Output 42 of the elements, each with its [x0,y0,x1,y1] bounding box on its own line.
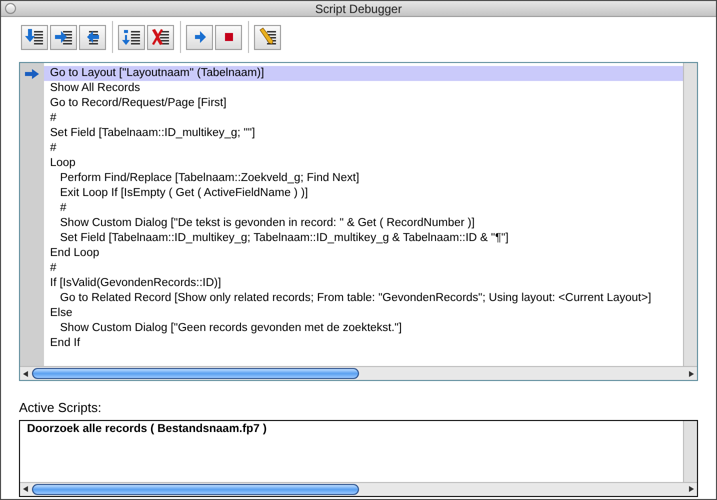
horizontal-scrollbar[interactable] [20,366,697,380]
toolbar-button[interactable] [147,24,174,50]
script-step[interactable]: End If [44,336,683,351]
pencil-icon [258,27,278,47]
set-next-icon [122,27,142,47]
close-icon[interactable] [5,3,16,14]
window-title: Script Debugger [315,1,402,18]
scroll-thumb[interactable] [32,484,358,494]
script-step[interactable]: End Loop [44,246,683,261]
script-step[interactable]: Loop [44,156,683,171]
script-step[interactable]: # [44,141,683,156]
active-script-item[interactable]: Doorzoek alle records ( Bestandsnaam.fp7 ) [20,422,683,436]
script-step[interactable]: Go to Record/Request/Page [First] [44,96,683,111]
script-step[interactable]: Show Custom Dialog ["Geen records gevonden met de zoektekst."] [44,321,683,336]
toolbar-button[interactable] [118,24,145,50]
script-step[interactable]: # [44,111,683,126]
toolbar-button[interactable] [50,24,77,50]
vertical-scrollbar[interactable] [683,420,697,482]
script-step[interactable]: If [IsValid(GevondenRecords::ID)] [44,276,683,291]
script-step[interactable]: Exit Loop If [IsEmpty ( Get ( ActiveFieldName ) )] [44,186,683,201]
stop-icon [224,33,232,41]
script-step[interactable]: Show All Records [44,81,683,96]
toolbar-button[interactable] [21,24,48,50]
step-out-icon [86,30,100,44]
script-step[interactable]: Set Field [Tabelnaam::ID_multikey_g; Tabelnaam::ID_multikey_g & Tabelnaam::ID & "¶"] [44,231,683,246]
toolbar-button[interactable] [79,24,106,50]
toolbar-button[interactable] [215,24,242,50]
clear-icon [150,27,170,47]
step-into-icon [24,27,44,47]
script-step[interactable]: Perform Find/Replace [Tabelnaam::Zoekveld_g; Find Next] [44,171,683,186]
script-step[interactable]: Else [44,306,683,321]
script-step[interactable]: Go to Layout ["Layoutnaam" (Tabelnaam)] [44,66,683,81]
scroll-thumb[interactable] [32,368,358,379]
script-step[interactable]: Show Custom Dialog ["De tekst is gevonden in record: " & Get ( RecordNumber )] [44,216,683,231]
script-step[interactable]: # [44,261,683,276]
vertical-scrollbar[interactable] [683,63,697,366]
active-scripts-label: Active Scripts: [19,399,102,417]
script-step[interactable]: # [44,201,683,216]
script-step[interactable]: Go to Related Record [Show only related records; From table: "GevondenRecords"; Using layout: <Current Layout>] [44,291,683,306]
horizontal-scrollbar[interactable] [20,482,697,496]
toolbar-button[interactable] [254,24,281,50]
script-step[interactable]: Set Field [Tabelnaam::ID_multikey_g; ""] [44,126,683,141]
